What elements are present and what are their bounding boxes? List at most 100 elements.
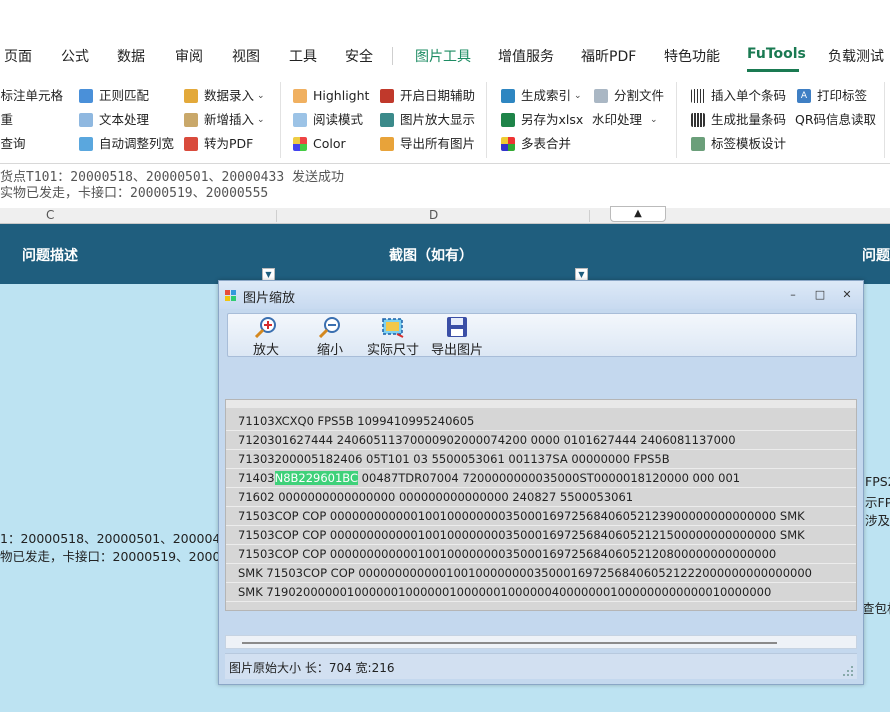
image-zoom-icon [380,113,394,127]
ribbon-autofit-button[interactable]: 自动调整列宽 [79,134,174,154]
tab-value-added[interactable]: 增值服务 [498,46,554,66]
zoom-out-label: 缩小 [316,343,343,358]
tab-security[interactable]: 安全 [345,46,373,66]
header-cell-issue-desc[interactable]: 问题描述 [22,245,78,265]
ribbon-label: 生成索引 [521,88,572,103]
column-header-c[interactable]: C [46,208,54,222]
ribbon-merge-sheets-button[interactable]: 多表合并 [501,134,571,154]
ribbon-label: 另存为xlsx [521,112,584,127]
close-icon[interactable]: ✕ [839,287,855,303]
ribbon-watermark-button[interactable]: 水印处理 ⌄ [592,110,658,130]
ribbon-tabs: 页面 公式 数据 审阅 视图 工具 安全 图片工具 增值服务 福昕PDF 特色功… [0,0,890,76]
ribbon-highlight-button[interactable]: Highlight [293,86,369,106]
app-icon [225,290,236,301]
ribbon-color-button[interactable]: Color [293,134,346,154]
cell-text: 示FPS [865,495,890,510]
image-text-segment: 71602 0000000000000000 000000000000000 2… [238,490,634,504]
horizontal-scrollbar[interactable] [225,635,857,649]
group-separator [280,82,281,158]
tab-separator [392,47,393,65]
label-template-icon [691,137,705,151]
header-cell-issue[interactable]: 问题 [862,245,890,265]
cell-text: 1：20000518、20000501、20000433 [0,531,237,546]
column-header-bar: C D [0,208,890,224]
ribbon-label: QR码信息读取 [795,112,877,127]
maximize-icon[interactable]: □ [812,287,828,303]
ribbon-gen-index-button[interactable]: 生成索引 ⌄ [501,86,582,106]
pdf-icon [184,137,198,151]
ribbon-date-helper-button[interactable]: 开启日期辅助 [380,86,475,106]
image-size-status: 图片原始大小 长：704 宽:216 [229,661,395,675]
resize-grip-icon[interactable] [843,666,853,676]
ribbon-regex-button[interactable]: 正则匹配 [79,86,149,106]
sheet-header-row: 问题描述 截图（如有） 问题 ▼ ▼ [0,224,890,284]
tab-features[interactable]: 特色功能 [664,46,720,66]
ribbon-split-file-button[interactable]: 分割文件 [594,86,664,106]
ribbon-dup-check-button[interactable]: 查重 [0,110,13,130]
column-divider [589,210,590,222]
tab-view[interactable]: 视图 [232,46,260,66]
tab-futools[interactable]: FuTools [747,46,806,62]
tab-picture-tools[interactable]: 图片工具 [415,46,471,66]
ribbon-to-pdf-button[interactable]: 转为PDF [184,134,253,154]
cell-text: 查包相 [862,601,890,616]
ribbon-image-zoom-button[interactable]: 图片放大显示 [380,110,475,130]
tab-load-test[interactable]: 负载测试 [828,46,884,66]
zoom-in-button[interactable]: 放大 [242,314,290,358]
formula-bar[interactable]: 货点T101：20000518、20000501、20000433 发送成功 实… [0,168,890,208]
dialog-title-bar[interactable]: 图片缩放 – □ ✕ [219,281,863,309]
highlight-icon [293,89,307,103]
ribbon-single-barcode-button[interactable]: 插入单个条码 [691,86,786,106]
group-separator [676,82,677,158]
image-zoom-dialog: 图片缩放 – □ ✕ 放大 缩小 实际尺寸 导出图片 71103XCXQ0 FP… [218,280,864,685]
column-divider [276,210,277,222]
collapse-toggle-button[interactable]: ▲ [610,206,666,222]
reading-mode-icon [293,113,307,127]
chevron-down-icon: ⌄ [574,91,582,101]
zoom-out-button[interactable]: 缩小 [306,314,354,358]
image-text-line: 71103XCXQ0 FPS5B 1099410995240605 [226,412,856,431]
export-image-button[interactable]: 导出图片 [428,314,486,358]
export-images-icon [380,137,394,151]
ribbon-label: Color [313,136,346,151]
image-text-segment: 71503COP COP 000000000000100100000000350… [238,547,777,561]
ribbon-batch-barcode-button[interactable]: 生成批量条码 [691,110,786,130]
ribbon-query-button[interactable]: 间查询 [0,134,26,154]
zoom-in-icon [254,317,276,338]
image-preview-area[interactable]: 71103XCXQ0 FPS5B 1099410995240605 7120301… [225,399,857,611]
tab-data[interactable]: 数据 [117,46,145,66]
minimize-icon[interactable]: – [785,287,801,303]
ribbon-export-images-button[interactable]: 导出所有图片 [380,134,475,154]
ribbon-mark-cells-button[interactable]: 最标注单元格 [0,86,63,106]
actual-size-icon [382,318,404,338]
tab-foxit-pdf[interactable]: 福昕PDF [581,46,636,66]
zoom-out-icon [318,317,340,338]
ribbon-data-entry-button[interactable]: 数据录入 ⌄ [184,86,265,106]
ribbon-reading-mode-button[interactable]: 阅读模式 [293,110,363,130]
ribbon-insert-button[interactable]: 新增插入 ⌄ [184,110,265,130]
ribbon-text-process-button[interactable]: 文本处理 [79,110,149,130]
ribbon-label: 插入单个条码 [711,88,787,103]
actual-size-button[interactable]: 实际尺寸 [364,314,422,358]
cell-text: 涉及 [865,513,890,528]
chevron-down-icon: ⌄ [650,115,658,125]
tab-page[interactable]: 页面 [4,46,32,66]
scrollbar-thumb[interactable] [242,642,777,644]
column-header-d[interactable]: D [429,208,438,222]
ribbon-print-label-button[interactable]: A 打印标签 [797,86,867,106]
tab-tools[interactable]: 工具 [289,46,317,66]
ribbon-label: 水印处理 [592,112,643,127]
dialog-toolbar: 放大 缩小 实际尺寸 导出图片 [227,313,857,358]
save-xlsx-icon [501,113,515,127]
header-cell-screenshot[interactable]: 截图（如有） [389,245,473,265]
ribbon-save-xlsx-button[interactable]: 另存为xlsx [501,110,583,130]
ribbon-label: 正则匹配 [99,88,150,103]
tab-review[interactable]: 审阅 [175,46,203,66]
tab-formula[interactable]: 公式 [61,46,89,66]
zoom-in-label: 放大 [252,343,279,358]
highlighted-code: N8B229601BC [274,471,359,485]
ribbon-label-template-button[interactable]: 标签模板设计 [691,134,786,154]
ribbon-label: 阅读模式 [313,112,364,127]
batch-barcode-icon [691,113,705,127]
ribbon-qr-read-button[interactable]: QR码信息读取 [795,110,876,130]
